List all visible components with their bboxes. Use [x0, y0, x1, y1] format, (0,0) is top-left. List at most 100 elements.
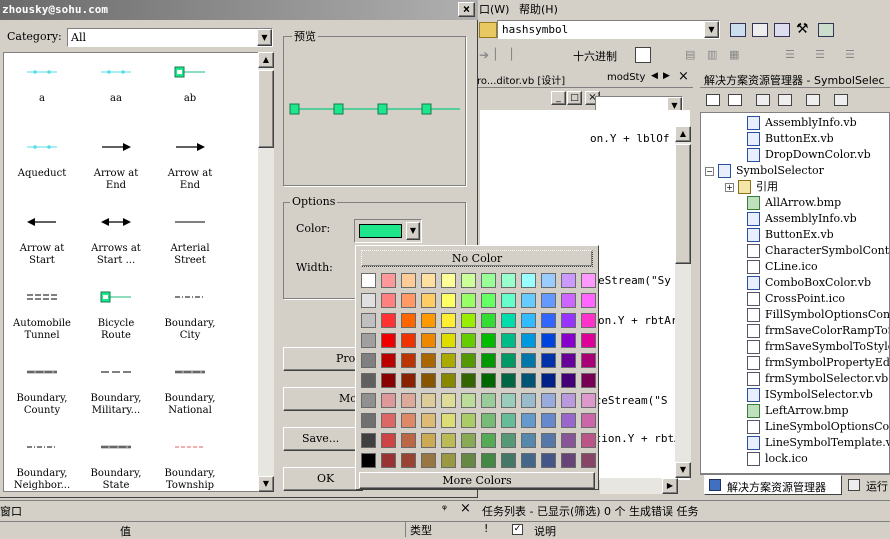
color-swatch[interactable] — [361, 373, 376, 388]
color-swatch[interactable] — [541, 273, 556, 288]
color-swatch[interactable] — [541, 373, 556, 388]
tree-item[interactable]: CharacterSymbolContro — [747, 243, 889, 259]
color-swatch[interactable] — [561, 333, 576, 348]
tree-item[interactable]: lock.ico — [747, 451, 808, 467]
close-icon[interactable]: × — [460, 501, 471, 516]
color-swatch[interactable] — [541, 353, 556, 368]
color-swatch[interactable] — [521, 453, 536, 468]
scroll-thumb[interactable] — [258, 70, 274, 148]
save-button[interactable]: Save... — [283, 427, 363, 451]
dialog-titlebar[interactable]: zhousky@sohu.com × — [0, 0, 478, 20]
color-swatch[interactable] — [381, 313, 396, 328]
color-swatch[interactable] — [421, 413, 436, 428]
copy-icon[interactable] — [834, 94, 848, 106]
scroll-up-icon[interactable]: ▲ — [675, 126, 691, 142]
color-swatch[interactable] — [521, 353, 536, 368]
scroll-down-icon[interactable]: ▼ — [675, 462, 691, 478]
symbol-gallery[interactable]: a aa ab Aqueduct Arrow at End Arrow at End Arr… — [3, 52, 259, 492]
color-swatch[interactable] — [461, 373, 476, 388]
color-swatch[interactable] — [581, 353, 596, 368]
tree-item[interactable]: + 引用 — [725, 179, 778, 195]
color-swatch[interactable] — [581, 273, 596, 288]
color-swatch[interactable] — [441, 333, 456, 348]
close-icon[interactable]: × — [678, 69, 689, 84]
color-swatch[interactable] — [521, 313, 536, 328]
expand-icon[interactable]: + — [725, 182, 734, 192]
color-swatch[interactable] — [521, 273, 536, 288]
tools-icon[interactable]: ⚒ — [796, 21, 809, 37]
tab-scroll-right-icon[interactable]: ▶ — [663, 71, 670, 81]
color-swatch[interactable] — [481, 433, 496, 448]
tab-solution-explorer[interactable]: 解决方案资源管理器 — [704, 475, 842, 495]
color-swatch[interactable] — [461, 333, 476, 348]
scroll-right-icon[interactable]: ▶ — [662, 478, 678, 494]
tree-item[interactable]: ISymbolSelector.vb — [747, 387, 873, 403]
color-swatch[interactable] — [581, 313, 596, 328]
color-swatch[interactable] — [521, 293, 536, 308]
tree-item[interactable]: − SymbolSelector — [705, 163, 824, 179]
color-swatch[interactable] — [481, 453, 496, 468]
symbol-a[interactable]: a — [5, 59, 79, 105]
step-icon[interactable]: ▏▕ — [495, 48, 512, 61]
chevron-down-icon[interactable]: ▼ — [257, 29, 272, 46]
color-swatch[interactable] — [561, 313, 576, 328]
color-swatch[interactable] — [361, 313, 376, 328]
scroll-down-icon[interactable]: ▼ — [258, 476, 274, 492]
color-swatch[interactable] — [501, 433, 516, 448]
symbol-arrow-at-end-1[interactable]: Arrow at End — [79, 134, 153, 192]
color-swatch[interactable] — [501, 273, 516, 288]
color-swatch[interactable] — [501, 413, 516, 428]
color-swatch[interactable] — [521, 333, 536, 348]
color-swatch[interactable] — [361, 453, 376, 468]
symbol-boundary-city[interactable]: Boundary, City — [153, 284, 227, 342]
color-swatch[interactable] — [401, 333, 416, 348]
comment-icon[interactable]: ☰ — [845, 48, 855, 61]
align-right-icon[interactable]: ▦ — [729, 48, 739, 61]
color-swatch[interactable] — [421, 333, 436, 348]
color-swatch[interactable] — [441, 293, 456, 308]
color-swatch[interactable] — [541, 433, 556, 448]
color-swatch[interactable] — [421, 313, 436, 328]
color-swatch[interactable] — [501, 393, 516, 408]
view-designer-icon[interactable] — [806, 94, 820, 106]
collapse-icon[interactable]: − — [705, 166, 714, 176]
color-swatch[interactable] — [541, 393, 556, 408]
tree-item[interactable]: ButtonEx.vb — [747, 227, 834, 243]
object-browser-icon[interactable] — [774, 23, 790, 37]
color-swatch[interactable] — [461, 273, 476, 288]
close-icon[interactable]: × — [458, 2, 475, 17]
tree-item[interactable]: CLine.ico — [747, 259, 818, 275]
symbol-boundary-neighbor[interactable]: Boundary, Neighbor... — [5, 434, 79, 491]
category-dropdown[interactable]: All ▼ — [67, 28, 273, 47]
tree-item[interactable]: frmSaveColorRampToSty — [747, 323, 889, 339]
color-swatch[interactable] — [481, 413, 496, 428]
tree-item[interactable]: FillSymbolOptionsCont — [747, 307, 889, 323]
color-swatch[interactable] — [421, 273, 436, 288]
tab-scroll-left-icon[interactable]: ◀ — [651, 71, 658, 81]
menu-item-window[interactable]: 口(W) — [479, 1, 509, 17]
code-horizontal-scrollbar[interactable]: ▶ — [600, 478, 678, 494]
color-swatch[interactable] — [381, 273, 396, 288]
color-swatch[interactable] — [401, 433, 416, 448]
symbol-boundary-township[interactable]: Boundary, Township — [153, 434, 227, 491]
color-swatch[interactable] — [421, 393, 436, 408]
align-center-icon[interactable]: ▥ — [707, 48, 717, 61]
color-swatch[interactable] — [381, 353, 396, 368]
symbol-boundary-county[interactable]: Boundary, County — [5, 359, 79, 417]
color-swatch[interactable] — [381, 413, 396, 428]
color-swatch[interactable] — [401, 453, 416, 468]
color-swatch[interactable] — [381, 373, 396, 388]
outdent-icon[interactable]: ☰ — [815, 48, 825, 61]
color-swatch[interactable] — [401, 353, 416, 368]
color-swatch[interactable] — [481, 333, 496, 348]
color-swatch[interactable] — [501, 453, 516, 468]
color-swatch[interactable] — [561, 273, 576, 288]
color-picker-button[interactable]: ▼ — [354, 219, 422, 243]
color-swatch[interactable] — [501, 353, 516, 368]
toolbox-icon[interactable] — [752, 23, 768, 37]
color-swatch[interactable] — [441, 353, 456, 368]
more-symbols-button[interactable]: Mor — [283, 387, 363, 411]
tree-item[interactable]: frmSaveSymbolToStyle. — [747, 339, 889, 355]
symbol-boundary-state[interactable]: Boundary, State — [79, 434, 153, 491]
symbol-gallery-scrollbar[interactable]: ▲ ▼ — [258, 52, 274, 492]
